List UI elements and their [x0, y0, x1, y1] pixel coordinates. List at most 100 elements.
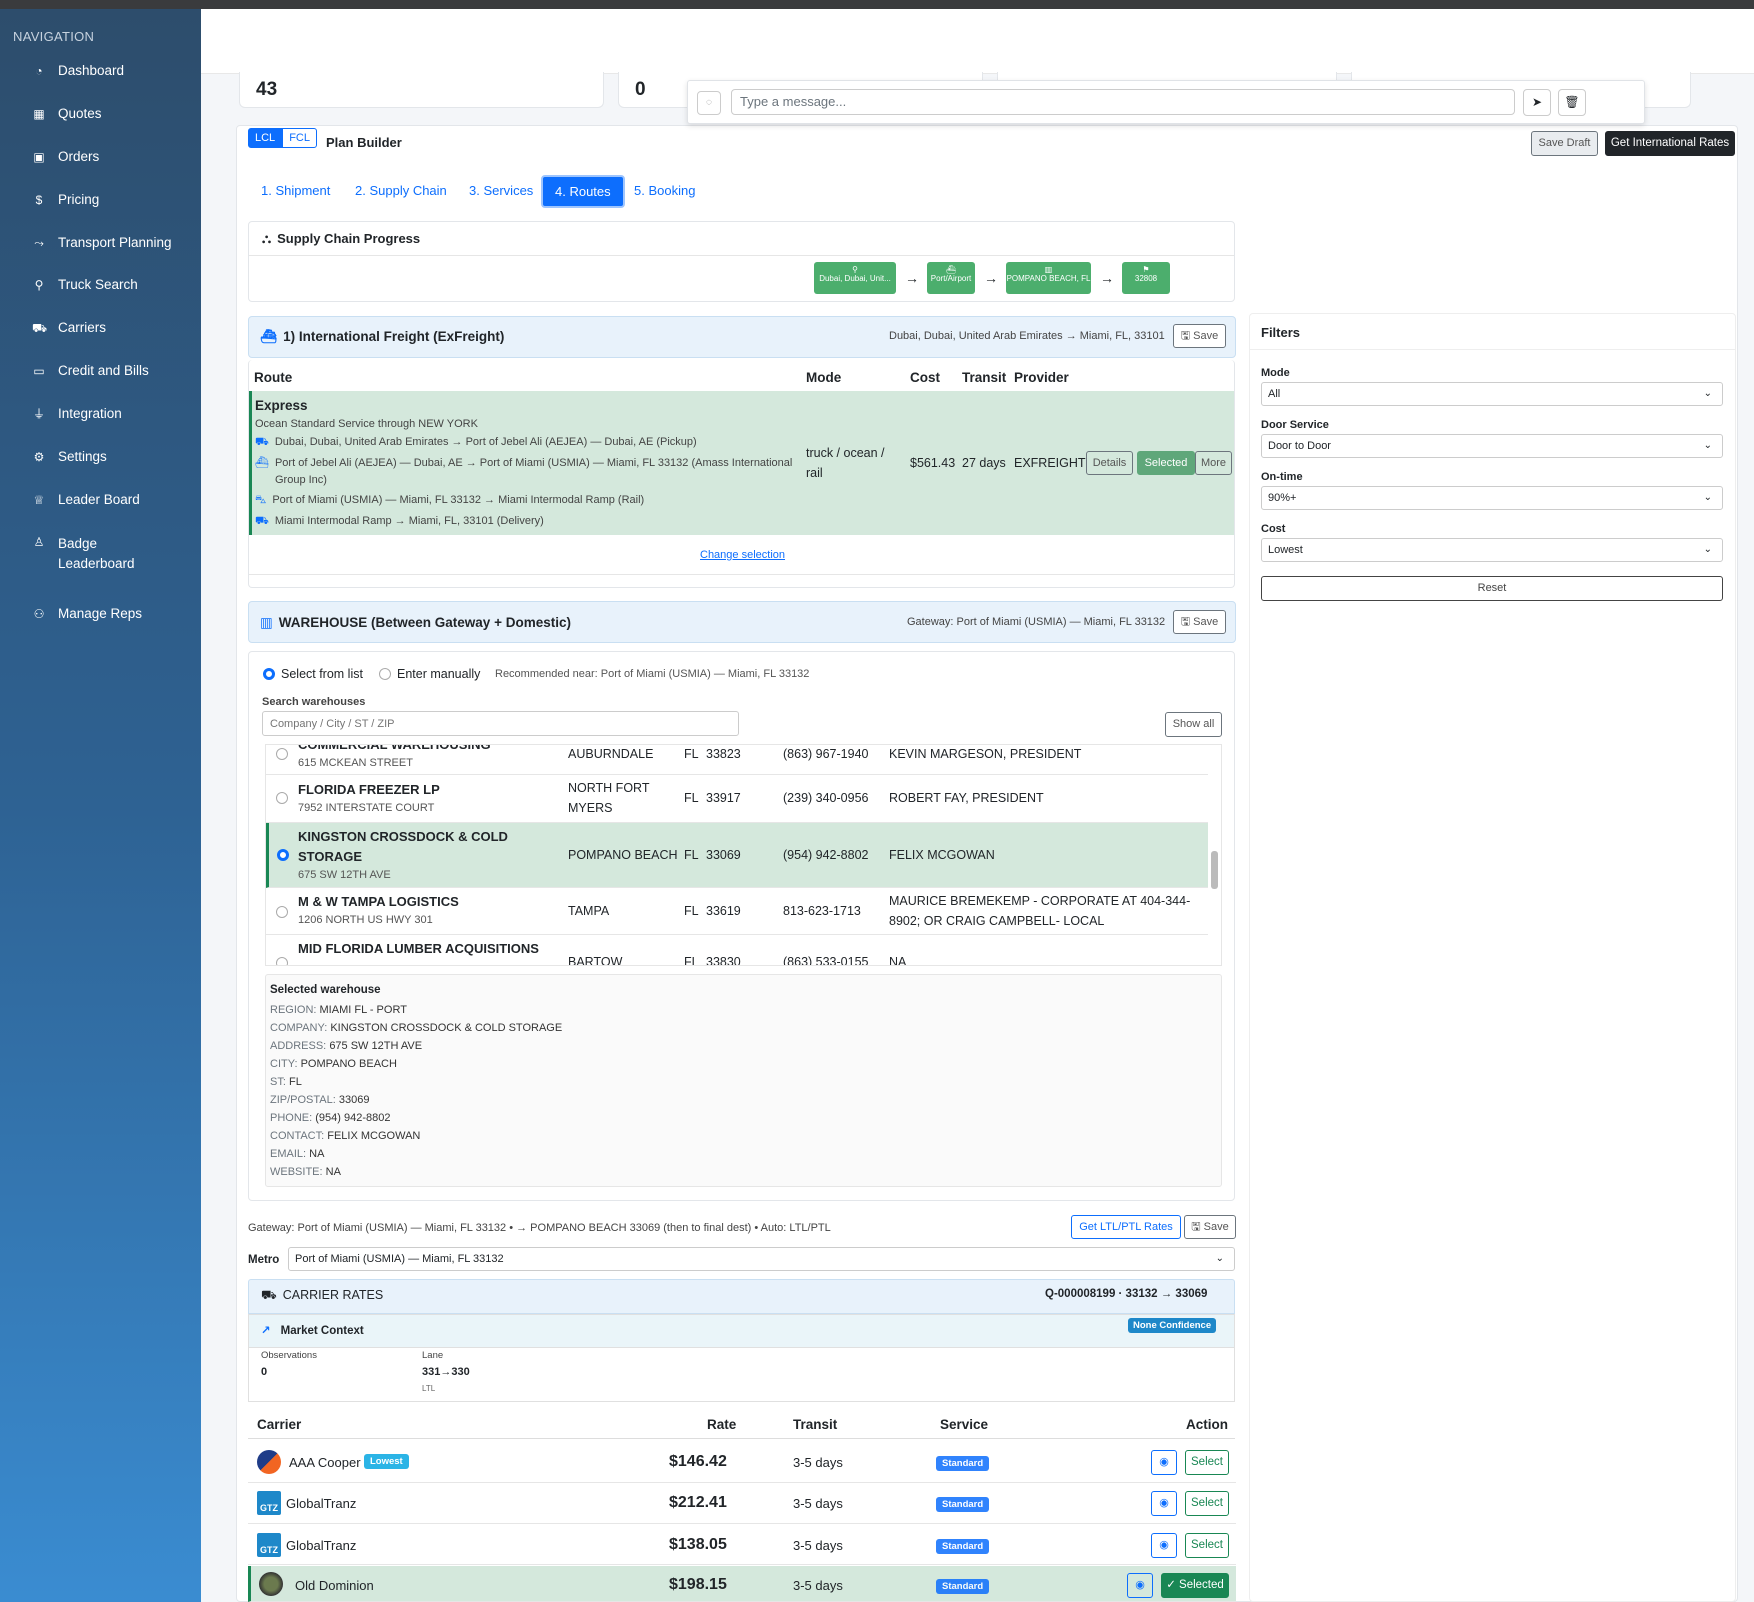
page-title: Plan Builder: [326, 135, 402, 150]
mode-fcl-button[interactable]: FCL: [282, 128, 317, 148]
warehouse-list[interactable]: COMMERCIAL WAREHOUSING 615 MCKEAN STREET…: [265, 744, 1222, 966]
warehouse-radio[interactable]: [277, 849, 289, 861]
arrow-right-icon: →: [1100, 270, 1114, 286]
mode-toggle: LCL FCL: [248, 128, 317, 148]
col-carrier: Carrier: [257, 1417, 302, 1432]
route-leg: ⛴ Port of Jebel Ali (AEJEA) — Dubai, AE →…: [255, 457, 793, 469]
warehouse-save-button[interactable]: 🖫 Save: [1173, 610, 1226, 634]
filter-reset-button[interactable]: Reset: [1261, 576, 1723, 601]
list-item[interactable]: M & W TAMPA LOGISTICS 1206 NORTH US HWY …: [266, 888, 1208, 935]
warehouse-radio[interactable]: [276, 957, 288, 965]
warehouse-radio[interactable]: [276, 748, 288, 760]
progress-node-port[interactable]: ⛴ Port/Airport: [927, 262, 975, 294]
view-icon[interactable]: ◉: [1127, 1573, 1153, 1598]
progress-node-destination[interactable]: ⚑ 32808: [1122, 262, 1170, 294]
filter-ontime-label: On-time: [1261, 471, 1303, 483]
sidebar-item-truck-search[interactable]: ⚲ Truck Search: [32, 277, 197, 292]
progress-node-origin[interactable]: ⚲ Dubai, Dubai, Unit...: [814, 262, 896, 294]
tab-services[interactable]: 3. Services: [469, 183, 533, 198]
warehouse-radio[interactable]: [276, 906, 288, 918]
list-scrollbar[interactable]: [1211, 851, 1218, 889]
col-rate: Rate: [707, 1417, 737, 1432]
sidebar-item-integration[interactable]: ⏚ Integration: [32, 406, 197, 421]
sidebar-item-credit-and-bills[interactable]: ▭ Credit and Bills: [32, 363, 197, 378]
pin-icon: ⚲: [852, 265, 858, 274]
list-item-selected[interactable]: KINGSTON CROSSDOCK & COLD STORAGE 675 SW…: [266, 823, 1208, 888]
filter-mode-label: Mode: [1261, 367, 1290, 379]
warehouse-radio[interactable]: [276, 792, 288, 804]
tab-supply-chain[interactable]: 2. Supply Chain: [355, 183, 447, 198]
quote-id: Q-000008199 · 33132 → 33069: [1045, 1288, 1208, 1300]
list-item[interactable]: MID FLORIDA LUMBER ACQUISITIONS BARTOW F…: [266, 935, 1208, 965]
sidebar-item-badge-leaderboard[interactable]: ♙ Badge Leaderboard: [32, 534, 197, 574]
filter-ontime-select[interactable]: 90%+ ⌄: [1261, 486, 1723, 510]
sidebar-item-leader-board[interactable]: ♕ Leader Board: [32, 492, 197, 507]
filter-door-select[interactable]: Door to Door ⌄: [1261, 434, 1723, 458]
intl-save-button[interactable]: 🖫 Save: [1173, 324, 1226, 348]
details-button[interactable]: Details: [1086, 451, 1133, 475]
chat-input[interactable]: Type a message...: [731, 89, 1515, 115]
enter-manually-radio[interactable]: [379, 668, 391, 680]
get-international-rates-button[interactable]: Get International Rates: [1605, 131, 1735, 156]
list-item[interactable]: COMMERCIAL WAREHOUSING 615 MCKEAN STREET…: [266, 745, 1208, 775]
selected-button[interactable]: ✓ Selected: [1161, 1573, 1229, 1598]
service-badge: Standard: [936, 1539, 990, 1554]
carrier-logo: [257, 1450, 281, 1474]
lowest-badge: Lowest: [364, 1454, 409, 1469]
chevron-down-icon: ⌄: [1215, 1253, 1224, 1264]
main-header: [201, 9, 1754, 74]
warehouse-search-input[interactable]: [262, 711, 739, 736]
sidebar-item-settings[interactable]: ⚙ Settings: [32, 449, 197, 464]
view-icon[interactable]: ◉: [1151, 1491, 1177, 1516]
tab-booking[interactable]: 5. Booking: [634, 183, 695, 198]
save-draft-button[interactable]: Save Draft: [1531, 131, 1598, 156]
observations-value: 0: [261, 1366, 268, 1378]
route-leg: ⛍ Port of Miami (USMIA) — Miami, FL 33132…: [255, 494, 645, 506]
list-item[interactable]: FLORIDA FREEZER LP 7952 INTERSTATE COURT…: [266, 775, 1208, 823]
change-selection-link[interactable]: Change selection: [700, 549, 785, 561]
select-button[interactable]: Select: [1185, 1450, 1229, 1475]
trash-icon[interactable]: 🗑: [1558, 89, 1586, 116]
sidebar-item-quotes[interactable]: ▦ Quotes: [32, 106, 197, 121]
select-button[interactable]: Select: [1185, 1533, 1229, 1558]
box-icon: ▣: [33, 150, 45, 164]
plug-icon: ⏚: [32, 407, 45, 421]
sidebar-item-pricing[interactable]: $ Pricing: [32, 192, 197, 207]
metro-select[interactable]: Port of Miami (USMIA) — Miami, FL 33132 ⌄: [288, 1247, 1235, 1271]
select-from-list-radio[interactable]: [263, 668, 275, 680]
top-bar: [0, 0, 1754, 9]
view-icon[interactable]: ◉: [1151, 1450, 1177, 1475]
confidence-badge: None Confidence: [1128, 1318, 1217, 1333]
sidebar-item-dashboard[interactable]: ◔ Dashboard: [32, 63, 197, 78]
ltl-summary: Gateway: Port of Miami (USMIA) — Miami, …: [248, 1222, 831, 1234]
filter-cost-select[interactable]: Lowest ⌄: [1261, 538, 1723, 562]
carrier-logo: GTZ: [257, 1491, 281, 1515]
sidebar-item-carriers[interactable]: ⛟ Carriers: [32, 320, 197, 335]
train-icon: ⛍: [255, 494, 267, 506]
network-icon: ⛬: [262, 231, 272, 246]
sidebar-item-orders[interactable]: ▣ Orders: [32, 149, 197, 164]
col-mode: Mode: [806, 370, 842, 385]
get-ltl-rates-button[interactable]: Get LTL/PTL Rates: [1071, 1215, 1181, 1239]
show-all-button[interactable]: Show all: [1165, 712, 1222, 737]
market-context-title: ↗ Market Context: [261, 1325, 364, 1337]
table-row: AAA Cooper Lowest $146.42 3-5 days Stand…: [248, 1442, 1236, 1483]
mode-lcl-button[interactable]: LCL: [248, 128, 283, 148]
tab-shipment[interactable]: 1. Shipment: [261, 183, 330, 198]
more-button[interactable]: More: [1195, 451, 1232, 475]
filter-mode-select[interactable]: All ⌄: [1261, 382, 1723, 406]
select-button[interactable]: Select: [1185, 1491, 1229, 1516]
tab-routes[interactable]: 4. Routes: [541, 175, 625, 208]
col-route: Route: [254, 370, 293, 385]
warehouse-gateway: Gateway: Port of Miami (USMIA) — Miami, …: [907, 616, 1166, 628]
warehouse-icon: ▥: [1044, 265, 1053, 274]
view-icon[interactable]: ◉: [1151, 1533, 1177, 1558]
ltl-save-button[interactable]: 🖫 Save: [1184, 1215, 1236, 1239]
lane-value: 331→330: [422, 1366, 470, 1378]
sidebar-item-manage-reps[interactable]: ⚇ Manage Reps: [32, 606, 197, 621]
divider: [1250, 349, 1735, 350]
sidebar-item-transport-planning[interactable]: ⤳ Transport Planning: [32, 235, 197, 250]
send-icon[interactable]: ➤: [1523, 89, 1551, 116]
progress-node-warehouse[interactable]: ▥ POMPANO BEACH, FL: [1006, 262, 1091, 294]
selected-button[interactable]: Selected: [1137, 451, 1195, 475]
